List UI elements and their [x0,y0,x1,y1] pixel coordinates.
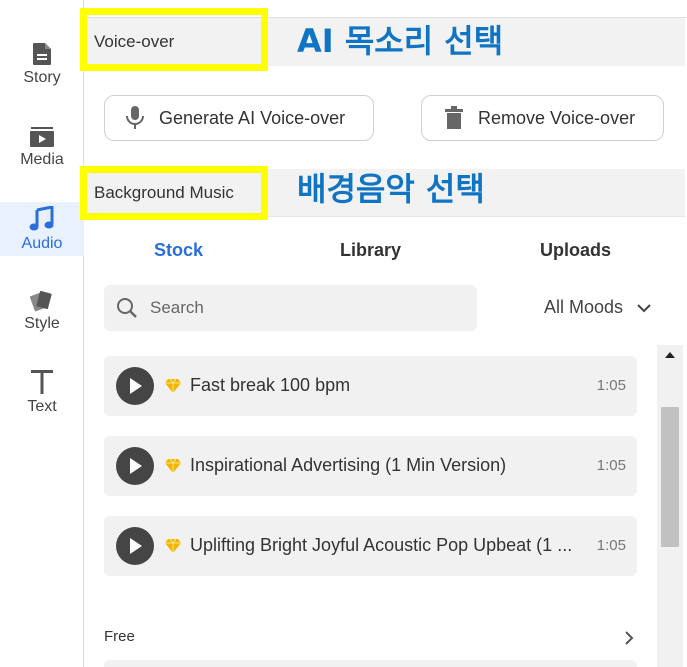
premium-gem-icon [165,458,181,473]
sidebar-item-media[interactable]: Media [0,118,84,174]
sidebar-item-label: Style [24,314,60,332]
track-item[interactable]: Uplifting Bright Joyful Acoustic Pop Upb… [104,516,637,576]
track-item[interactable]: Fast break 100 bpm 1:05 [104,356,637,416]
free-section-label: Free [104,628,135,645]
scroll-thumb[interactable] [661,407,679,547]
chevron-right-icon [625,631,634,645]
track-title: Uplifting Bright Joyful Acoustic Pop Upb… [190,535,573,555]
play-icon [130,538,142,554]
play-button[interactable] [116,527,154,565]
sidebar-item-label: Text [27,397,57,415]
next-section-strip [104,660,637,667]
free-section-row[interactable]: Free [104,628,634,650]
search-icon [117,298,137,318]
premium-gem-icon [165,378,181,393]
track-duration: 1:05 [596,537,626,554]
scroll-up-arrow-icon[interactable] [664,351,676,359]
search-box[interactable] [104,285,477,331]
generate-voiceover-label: Generate AI Voice-over [159,107,346,128]
premium-gem-icon [165,538,181,553]
track-item[interactable]: Inspirational Advertising (1 Min Version… [104,436,637,496]
moods-dropdown[interactable]: All Moods [544,297,651,318]
tab-stock[interactable]: Stock [154,240,203,261]
track-title: Fast break 100 bpm [190,375,351,395]
sidebar-item-label: Media [20,150,64,168]
track-duration: 1:05 [596,457,626,474]
annotation-voice-select: AI 목소리 선택 [297,22,504,60]
sidebar-item-audio[interactable]: Audio [0,202,84,256]
track-title: Inspirational Advertising (1 Min Version… [190,455,507,475]
music-note-icon [29,205,54,230]
remove-voiceover-label: Remove Voice-over [478,107,636,128]
play-button[interactable] [116,447,154,485]
search-input[interactable] [150,298,450,318]
play-icon [130,378,142,394]
tab-library[interactable]: Library [340,240,401,261]
annotation-music-select: 배경음악 선택 [297,170,485,208]
play-button[interactable] [116,367,154,405]
sidebar-item-style[interactable]: Style [0,282,84,338]
document-icon [33,42,51,65]
voiceover-highlight-box [80,8,268,71]
microphone-icon [126,106,144,129]
chevron-down-icon [637,303,651,312]
music-tabs: Stock Library Uploads [85,230,685,274]
text-icon [31,369,53,394]
trash-icon [445,106,463,129]
style-icon [29,290,52,311]
sidebar-item-label: Audio [21,234,63,252]
sidebar-item-label: Story [23,68,61,86]
remove-voiceover-button[interactable]: Remove Voice-over [421,95,664,141]
music-highlight-box [80,166,268,220]
sidebar-item-text[interactable]: Text [0,364,84,420]
track-list-scrollbar[interactable] [657,345,683,667]
left-sidebar: Story Media Audio Style Text [0,0,84,667]
moods-label: All Moods [544,297,624,317]
media-icon [30,126,54,147]
tab-uploads[interactable]: Uploads [540,240,611,261]
generate-voiceover-button[interactable]: Generate AI Voice-over [104,95,374,141]
track-duration: 1:05 [596,377,626,394]
sidebar-item-story[interactable]: Story [0,36,84,92]
play-icon [130,458,142,474]
